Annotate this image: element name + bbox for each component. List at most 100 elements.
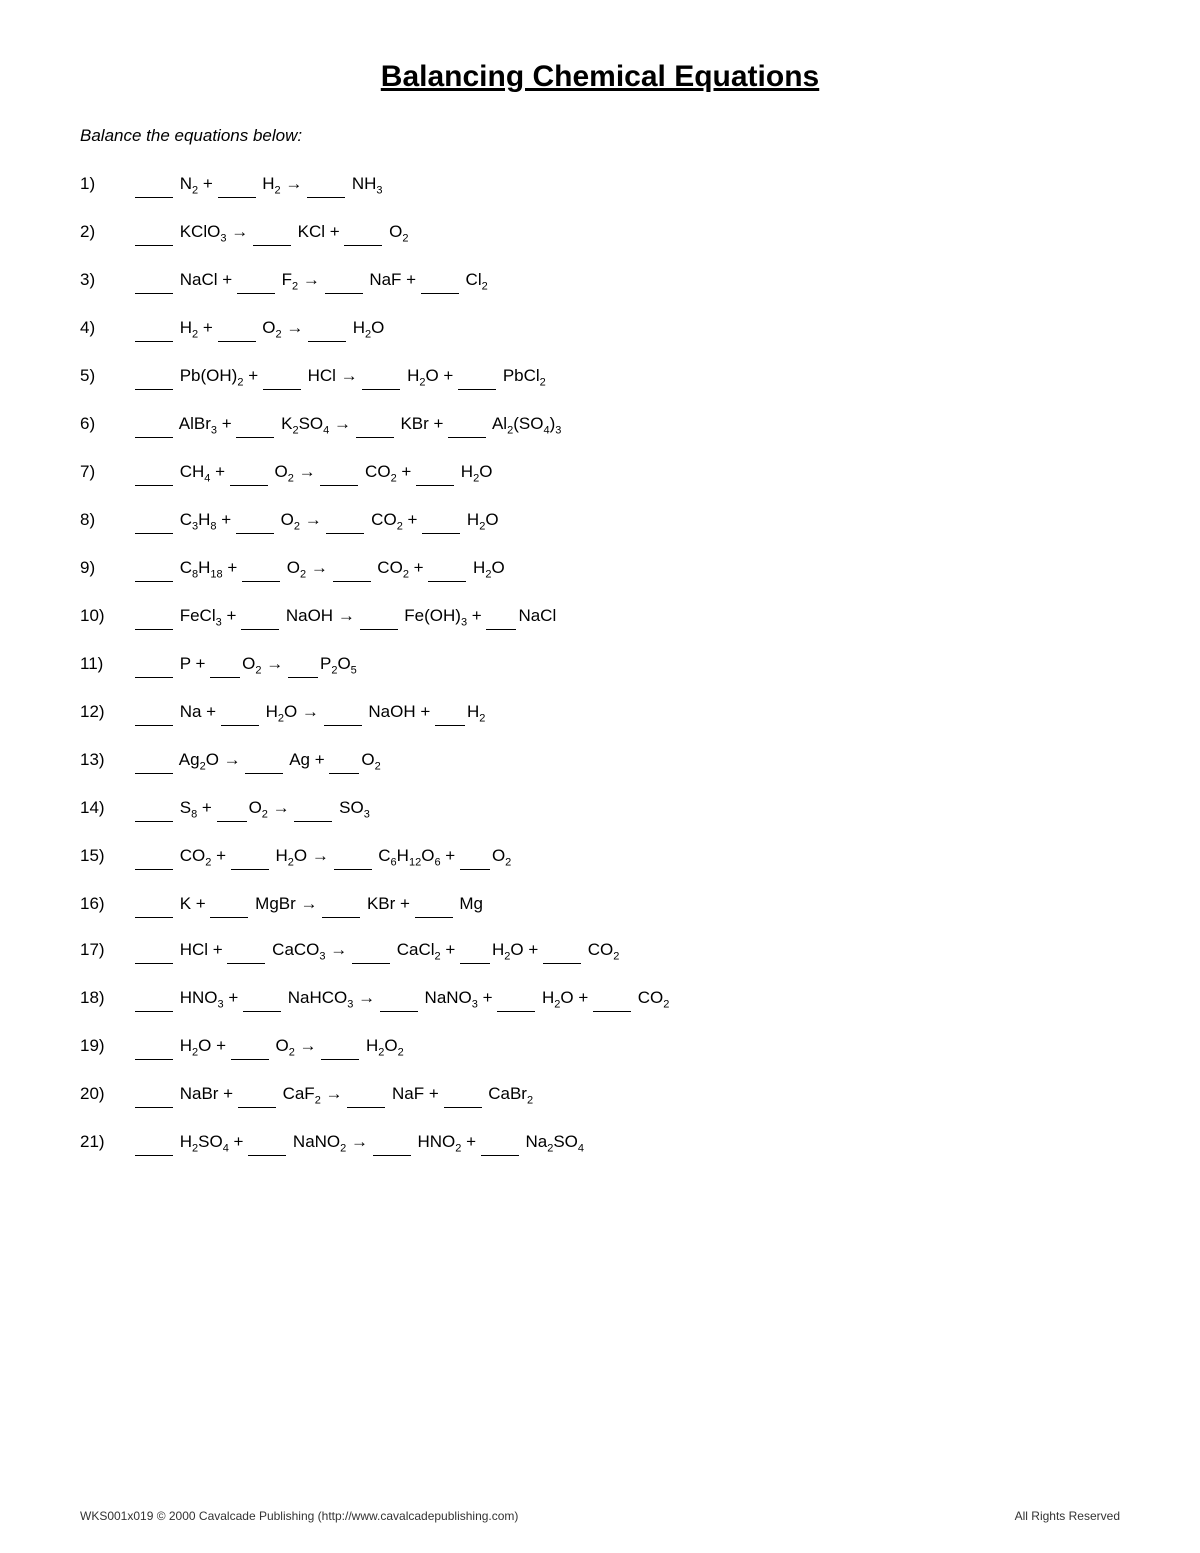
subtitle: Balance the equations below: — [80, 126, 1120, 146]
eq-number-16: 16) — [80, 890, 135, 917]
blank — [333, 554, 371, 582]
blank — [458, 362, 496, 390]
eq-number-13: 13) — [80, 746, 135, 773]
blank — [135, 314, 173, 342]
eq-number-6: 6) — [80, 410, 135, 437]
eq-number-4: 4) — [80, 314, 135, 341]
blank — [320, 458, 358, 486]
blank — [218, 314, 256, 342]
blank — [227, 936, 265, 964]
blank — [236, 410, 274, 438]
eq-content-15: CO2 + H2O → C6H12O6 + O2 — [135, 842, 1120, 872]
equation-5: 5) Pb(OH)2 + HCl → H2O + PbCl2 — [80, 362, 1120, 392]
blank — [210, 650, 240, 678]
blank — [221, 698, 259, 726]
blank — [241, 602, 279, 630]
blank — [135, 170, 173, 198]
blank — [481, 1128, 519, 1156]
equation-21: 21) H2SO4 + NaNO2 → HNO2 + Na2SO4 — [80, 1128, 1120, 1158]
blank — [135, 984, 173, 1012]
eq-content-3: NaCl + F2 → NaF + Cl2 — [135, 266, 1120, 296]
blank — [460, 842, 490, 870]
eq-number-18: 18) — [80, 984, 135, 1011]
equation-18: 18) HNO3 + NaHCO3 → NaNO3 + H2O + CO2 — [80, 984, 1120, 1014]
blank — [245, 746, 283, 774]
blank — [380, 984, 418, 1012]
equation-7: 7) CH4 + O2 → CO2 + H2O — [80, 458, 1120, 488]
footer: WKS001x019 © 2000 Cavalcade Publishing (… — [80, 1509, 1120, 1523]
equation-19: 19) H2O + O2 → H2O2 — [80, 1032, 1120, 1062]
blank — [360, 602, 398, 630]
eq-content-18: HNO3 + NaHCO3 → NaNO3 + H2O + CO2 — [135, 984, 1120, 1014]
blank — [230, 458, 268, 486]
eq-content-16: K + MgBr → KBr + Mg — [135, 890, 1120, 918]
blank — [135, 410, 173, 438]
equations-list: 1) N2 + H2 → NH3 2) KClO3 → KCl + O2 3) … — [80, 170, 1120, 1158]
blank — [135, 698, 173, 726]
eq-content-10: FeCl3 + NaOH → Fe(OH)3 + NaCl — [135, 602, 1120, 632]
eq-number-9: 9) — [80, 554, 135, 581]
page-title: Balancing Chemical Equations — [80, 60, 1120, 94]
equation-20: 20) NaBr + CaF2 → NaF + CaBr2 — [80, 1080, 1120, 1110]
blank — [231, 1032, 269, 1060]
eq-content-19: H2O + O2 → H2O2 — [135, 1032, 1120, 1062]
eq-number-19: 19) — [80, 1032, 135, 1059]
blank — [325, 266, 363, 294]
blank — [347, 1080, 385, 1108]
equation-10: 10) FeCl3 + NaOH → Fe(OH)3 + NaCl — [80, 602, 1120, 632]
blank — [448, 410, 486, 438]
equation-4: 4) H2 + O2 → H2O — [80, 314, 1120, 344]
blank — [460, 936, 490, 964]
blank — [593, 984, 631, 1012]
blank — [334, 842, 372, 870]
eq-number-11: 11) — [80, 650, 135, 677]
blank — [543, 936, 581, 964]
blank — [135, 1080, 173, 1108]
eq-number-12: 12) — [80, 698, 135, 725]
blank — [415, 890, 453, 918]
blank — [135, 362, 173, 390]
blank — [135, 842, 173, 870]
eq-content-20: NaBr + CaF2 → NaF + CaBr2 — [135, 1080, 1120, 1110]
blank — [497, 984, 535, 1012]
eq-content-5: Pb(OH)2 + HCl → H2O + PbCl2 — [135, 362, 1120, 392]
blank — [217, 794, 247, 822]
blank — [243, 984, 281, 1012]
eq-number-15: 15) — [80, 842, 135, 869]
blank — [308, 314, 346, 342]
eq-content-11: P + O2 → P2O5 — [135, 650, 1120, 680]
blank — [326, 506, 364, 534]
blank — [422, 506, 460, 534]
blank — [362, 362, 400, 390]
blank — [135, 794, 173, 822]
blank — [373, 1128, 411, 1156]
blank — [344, 218, 382, 246]
blank — [135, 1128, 173, 1156]
eq-content-1: N2 + H2 → NH3 — [135, 170, 1120, 200]
blank — [135, 890, 173, 918]
blank — [248, 1128, 286, 1156]
eq-number-2: 2) — [80, 218, 135, 245]
eq-content-21: H2SO4 + NaNO2 → HNO2 + Na2SO4 — [135, 1128, 1120, 1158]
eq-number-20: 20) — [80, 1080, 135, 1107]
equation-17: 17) HCl + CaCO3 → CaCl2 + H2O + CO2 — [80, 936, 1120, 966]
blank — [135, 602, 173, 630]
blank — [421, 266, 459, 294]
equation-13: 13) Ag2O → Ag + O2 — [80, 746, 1120, 776]
eq-content-13: Ag2O → Ag + O2 — [135, 746, 1120, 776]
eq-content-14: S8 + O2 → SO3 — [135, 794, 1120, 824]
blank — [135, 746, 173, 774]
blank — [135, 554, 173, 582]
eq-content-2: KClO3 → KCl + O2 — [135, 218, 1120, 248]
equation-15: 15) CO2 + H2O → C6H12O6 + O2 — [80, 842, 1120, 872]
blank — [321, 1032, 359, 1060]
blank — [324, 698, 362, 726]
blank — [428, 554, 466, 582]
blank — [135, 1032, 173, 1060]
blank — [135, 218, 173, 246]
equation-16: 16) K + MgBr → KBr + Mg — [80, 890, 1120, 918]
blank — [135, 266, 173, 294]
blank — [253, 218, 291, 246]
blank — [307, 170, 345, 198]
eq-number-7: 7) — [80, 458, 135, 485]
